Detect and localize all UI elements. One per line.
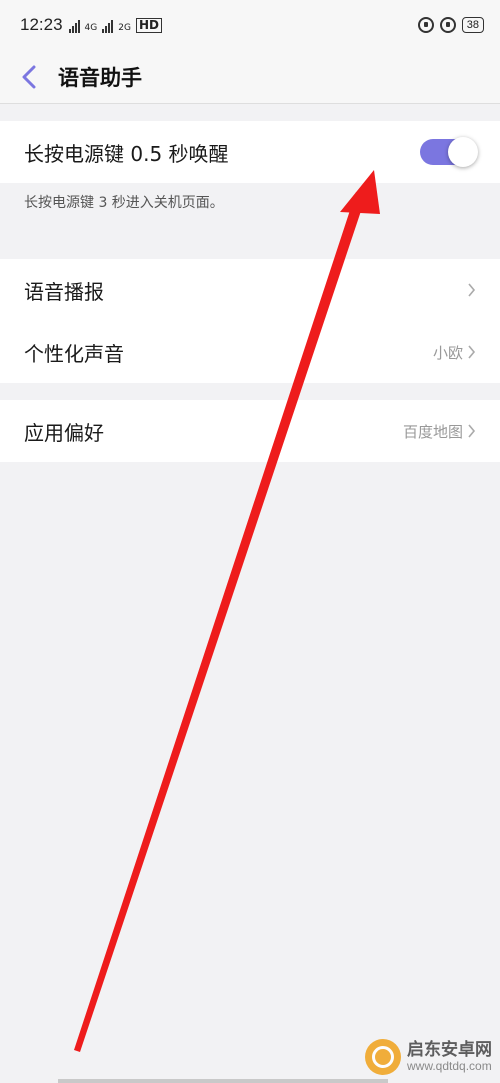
chevron-right-icon (468, 424, 476, 438)
status-time: 12:23 (20, 15, 63, 34)
network-indicators: 4G 2G HD (68, 17, 162, 33)
back-button[interactable] (0, 50, 58, 104)
voice-broadcast-label: 语音播报 (24, 279, 104, 304)
app-prefs-card: 应用偏好 百度地图 (0, 400, 500, 462)
power-key-card: 长按电源键 0.5 秒唤醒 (0, 121, 500, 183)
personalized-voice-label: 个性化声音 (24, 341, 124, 366)
page-title: 语音助手 (58, 65, 142, 90)
power-key-label: 长按电源键 0.5 秒唤醒 (24, 141, 229, 166)
chevron-right-icon (468, 345, 476, 359)
network-type-1: 4G (84, 23, 98, 33)
personalized-voice-value: 小欧 (432, 343, 463, 362)
status-bar: 12:23 4G 2G HD 38 (0, 0, 500, 50)
voice-settings-card: 语音播报 个性化声音 小欧 (0, 259, 500, 383)
lock-rotation-icon (417, 17, 434, 33)
power-key-row[interactable]: 长按电源键 0.5 秒唤醒 (0, 121, 500, 183)
chevron-right-icon (468, 283, 476, 297)
hd-badge: HD (135, 18, 162, 33)
app-prefs-row[interactable]: 应用偏好 百度地图 (0, 400, 500, 462)
app-prefs-label: 应用偏好 (24, 420, 104, 445)
app-prefs-value: 百度地图 (402, 422, 463, 441)
power-key-toggle[interactable] (420, 137, 478, 167)
watermark: 启东安卓网 www.qdtdq.com (365, 1039, 492, 1075)
power-key-description: 长按电源键 3 秒进入关机页面。 (24, 195, 224, 211)
voice-broadcast-row[interactable]: 语音播报 (0, 259, 500, 321)
bottom-nav-bar (58, 1079, 388, 1083)
watermark-name: 启东安卓网 (407, 1040, 492, 1061)
network-type-2: 2G (118, 23, 131, 33)
alarm-icon (439, 17, 456, 33)
personalized-voice-row[interactable]: 个性化声音 小欧 (0, 321, 500, 383)
signal-icon (68, 19, 80, 33)
title-bar: 语音助手 (0, 50, 500, 104)
battery-icon: 38 (461, 17, 484, 33)
watermark-logo-icon (365, 1039, 401, 1075)
toggle-knob (448, 137, 478, 167)
chevron-left-icon (22, 65, 36, 88)
signal-icon-2 (102, 19, 114, 33)
watermark-url: www.qdtdq.com (407, 1058, 492, 1073)
